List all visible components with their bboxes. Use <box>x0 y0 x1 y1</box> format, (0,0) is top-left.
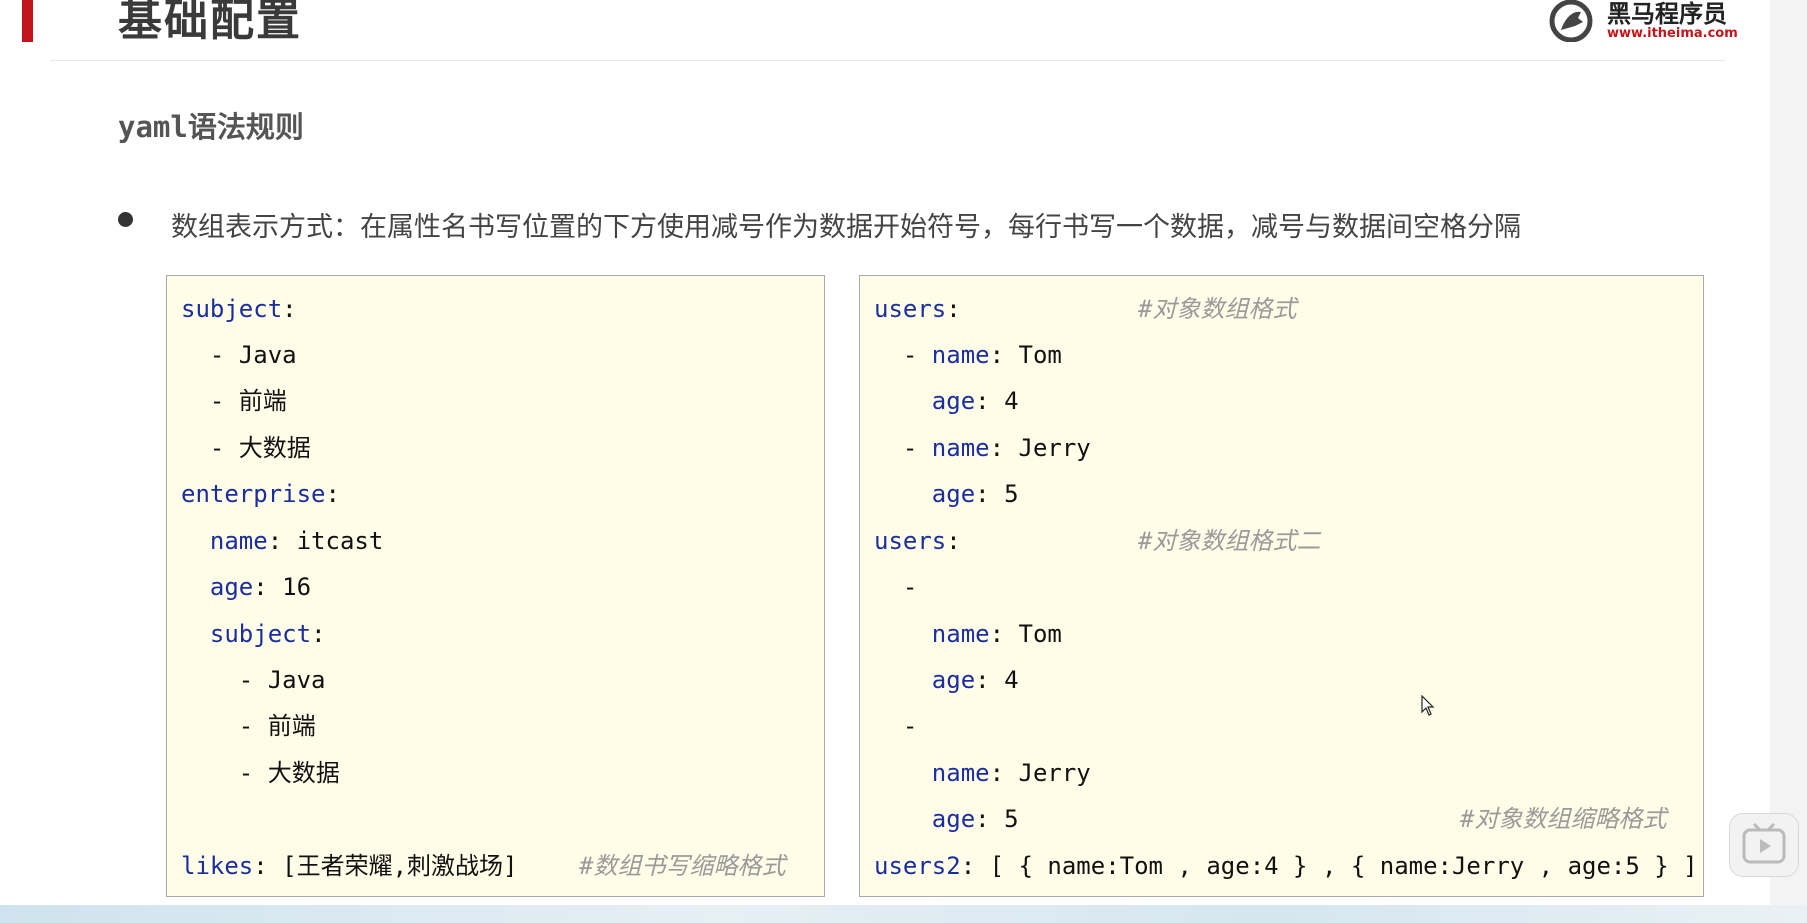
section-title: yaml语法规则 <box>118 104 304 146</box>
section-title-code: yaml <box>118 110 188 144</box>
code-value: Tom <box>1018 620 1062 648</box>
code-comment: #对象数组格式二 <box>1138 527 1321 555</box>
code-line: - 前端 <box>181 712 316 740</box>
code-line: users: <box>874 295 961 323</box>
code-line: users: <box>874 527 961 555</box>
code-comment: #对象数组缩略格式 <box>1460 805 1667 833</box>
code-value: 16 <box>282 573 312 601</box>
page-title: 基础配置 <box>118 0 302 46</box>
code-value: 前端 <box>238 387 287 415</box>
logo-text: 黑马程序员 www.itheima.com <box>1607 1 1738 41</box>
code-line: subject: <box>181 295 297 323</box>
code-line: - name: Jerry <box>874 434 1091 462</box>
code-line: age: 4 <box>931 666 1019 694</box>
code-key: likes <box>181 852 254 880</box>
code-line: - <box>874 712 918 740</box>
code-value: 5 <box>1004 805 1019 833</box>
bullet-dot <box>118 212 133 227</box>
section-title-cn: 语法规则 <box>187 110 304 144</box>
code-value: 大数据 <box>267 759 340 787</box>
tv-play-button[interactable] <box>1729 813 1799 877</box>
code-line: likes: [王者荣耀,刺激战场] <box>181 852 518 880</box>
code-key: users2 <box>874 852 961 880</box>
code-key: subject <box>181 295 283 323</box>
code-line: - Java <box>181 341 297 369</box>
right-edge-panel <box>1770 0 1807 923</box>
code-key: name <box>931 620 990 648</box>
code-line: - <box>874 573 918 601</box>
code-value: [王者荣耀,刺激战场] <box>282 852 518 880</box>
code-line: - 大数据 <box>181 759 340 787</box>
code-value: 大数据 <box>238 434 311 462</box>
code-line: name: Tom <box>931 620 1062 648</box>
code-key: users <box>874 295 947 323</box>
header-divider <box>50 60 1725 61</box>
code-value: 4 <box>1004 387 1019 415</box>
code-key: age <box>209 573 254 601</box>
code-line: subject: <box>209 620 326 648</box>
code-key: age <box>931 387 976 415</box>
code-line: age: 5 <box>931 805 1019 833</box>
code-value: Jerry <box>1018 434 1091 462</box>
code-key: name <box>209 527 268 555</box>
code-key: age <box>931 666 976 694</box>
code-block-object-array: users: #对象数组格式 - name: Tom age: 4 - name… <box>859 275 1704 897</box>
code-line: enterprise: <box>181 480 340 508</box>
code-line: - 前端 <box>181 387 287 415</box>
code-value: 5 <box>1004 480 1019 508</box>
logo-url: www.itheima.com <box>1607 26 1738 41</box>
code-line: - name: Tom <box>874 341 1062 369</box>
code-line: - Java <box>181 666 326 694</box>
code-line: - 大数据 <box>181 434 311 462</box>
code-comment: #数组书写缩略格式 <box>579 852 786 880</box>
code-line: name: Jerry <box>931 759 1091 787</box>
code-key: name <box>931 759 990 787</box>
code-key: name <box>931 434 990 462</box>
mouse-pointer-icon <box>1421 695 1435 716</box>
code-line: age: 16 <box>209 573 312 601</box>
bottom-decoration-strip <box>0 905 1807 923</box>
logo-name: 黑马程序员 <box>1607 0 1727 28</box>
code-comment: #对象数组格式 <box>1138 295 1297 323</box>
code-block-array: subject: - Java - 前端 - 大数据 enterprise: n… <box>166 275 825 897</box>
code-value: Tom <box>1018 341 1062 369</box>
code-value: Jerry <box>1018 759 1091 787</box>
code-key: users <box>874 527 947 555</box>
code-key: enterprise <box>181 480 326 508</box>
brand-logo: 黑马程序员 www.itheima.com <box>1545 0 1738 42</box>
bullet-text: 数组表示方式：在属性名书写位置的下方使用减号作为数据开始符号，每行书写一个数据，… <box>171 212 1521 243</box>
code-key: age <box>931 805 976 833</box>
code-value: Java <box>267 666 326 694</box>
code-key: name <box>931 341 990 369</box>
code-line: age: 5 <box>931 480 1019 508</box>
horse-logo-icon <box>1549 0 1593 42</box>
code-value: [ { name:Tom , age:4 } , { name:Jerry , … <box>989 852 1698 880</box>
title-accent-bar <box>22 0 33 42</box>
code-value: 前端 <box>267 712 316 740</box>
code-value: itcast <box>296 527 384 555</box>
code-key: subject <box>209 620 312 648</box>
code-line: users2: [ { name:Tom , age:4 } , { name:… <box>874 852 1698 880</box>
code-key: age <box>931 480 976 508</box>
code-value: 4 <box>1004 666 1019 694</box>
code-line: name: itcast <box>209 527 384 555</box>
code-line: age: 4 <box>931 387 1019 415</box>
code-value: Java <box>238 341 297 369</box>
tv-play-icon <box>1742 822 1786 864</box>
